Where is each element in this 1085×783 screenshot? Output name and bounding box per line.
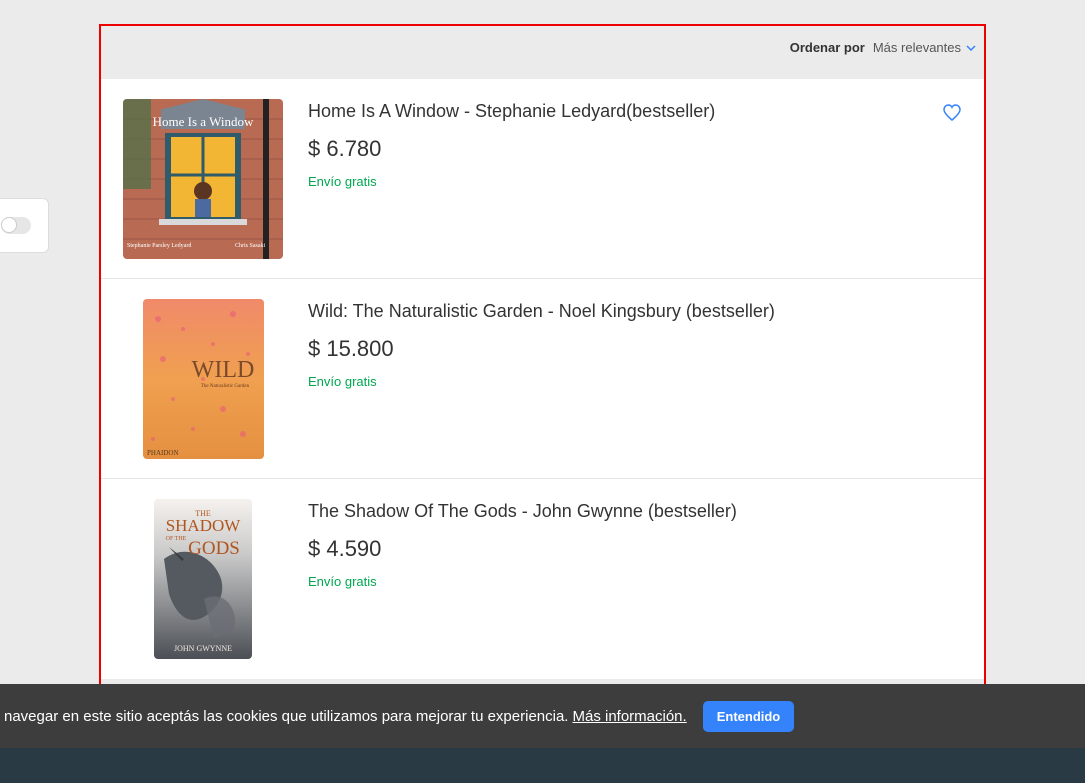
results-list: Home Is a Window Stephanie Parsley Ledya… (101, 79, 984, 679)
item-price: $ 4.590 (308, 536, 382, 561)
cookie-accept-button[interactable]: Entendido (702, 700, 795, 732)
cover-subtitle-text: The Naturalistic Garden (200, 384, 249, 389)
item-price: $ 6.780 (308, 136, 382, 161)
list-item[interactable]: Home Is a Window Stephanie Parsley Ledya… (101, 79, 984, 279)
item-shipping: Envío gratis (308, 574, 377, 589)
item-shipping: Envío gratis (308, 374, 377, 389)
book-cover-image[interactable]: WILD The Naturalistic Garden PHAIDON (142, 299, 264, 459)
item-info: The Shadow Of The Gods - John Gwynne (be… (308, 501, 737, 589)
book-cover-image[interactable]: Home Is a Window Stephanie Parsley Ledya… (123, 99, 283, 259)
item-shipping: Envío gratis (308, 174, 377, 189)
item-thumbnail[interactable]: THE SHADOW OF THE GODS JOHN GWYNNE (123, 499, 283, 659)
item-title[interactable]: Wild: The Naturalistic Garden - Noel Kin… (308, 301, 775, 322)
heart-icon[interactable] (942, 103, 962, 123)
item-info: Home Is A Window - Stephanie Ledyard(bes… (308, 101, 715, 189)
item-title[interactable]: The Shadow Of The Gods - John Gwynne (be… (308, 501, 737, 522)
list-item[interactable]: THE SHADOW OF THE GODS JOHN GWYNNE The S… (101, 479, 984, 679)
cover-publisher-text: PHAIDON (147, 449, 179, 457)
sort-bar: Ordenar por Más relevantes (101, 26, 984, 79)
cover-title-line: GODS (188, 538, 240, 559)
cover-title-line: OF THE (166, 536, 187, 542)
item-thumbnail[interactable]: Home Is a Window Stephanie Parsley Ledya… (123, 99, 283, 259)
sort-value[interactable]: Más relevantes (873, 40, 961, 55)
cover-author-text: Stephanie Parsley Ledyard (127, 243, 191, 249)
footer-strip (0, 748, 1085, 783)
item-price: $ 15.800 (308, 336, 394, 361)
sort-label: Ordenar por (789, 40, 865, 55)
list-item[interactable]: WILD The Naturalistic Garden PHAIDON Wil… (101, 279, 984, 479)
cover-title-text: Home Is a Window (153, 114, 254, 129)
chevron-down-icon[interactable] (966, 44, 976, 51)
cookie-banner: navegar en este sitio aceptás las cookie… (0, 684, 1085, 748)
item-thumbnail[interactable]: WILD The Naturalistic Garden PHAIDON (123, 299, 283, 459)
results-frame: Ordenar por Más relevantes Home Is a Win… (99, 24, 986, 758)
cover-author-text: JOHN GWYNNE (174, 644, 232, 653)
cookie-more-info-link[interactable]: Más información. (572, 708, 686, 725)
book-cover-image[interactable]: THE SHADOW OF THE GODS JOHN GWYNNE (154, 499, 252, 659)
cover-title-line: SHADOW (166, 516, 242, 535)
cover-title-text: WILD (191, 357, 254, 383)
item-title[interactable]: Home Is A Window - Stephanie Ledyard(bes… (308, 101, 715, 122)
item-info: Wild: The Naturalistic Garden - Noel Kin… (308, 301, 775, 389)
cookie-text: navegar en este sitio aceptás las cookie… (4, 707, 569, 725)
filter-toggle[interactable] (1, 217, 31, 234)
side-filter-card (0, 198, 49, 253)
cover-illustrator-text: Chris Sasaki (235, 243, 266, 249)
sort-dropdown[interactable]: Ordenar por Más relevantes (790, 40, 976, 55)
